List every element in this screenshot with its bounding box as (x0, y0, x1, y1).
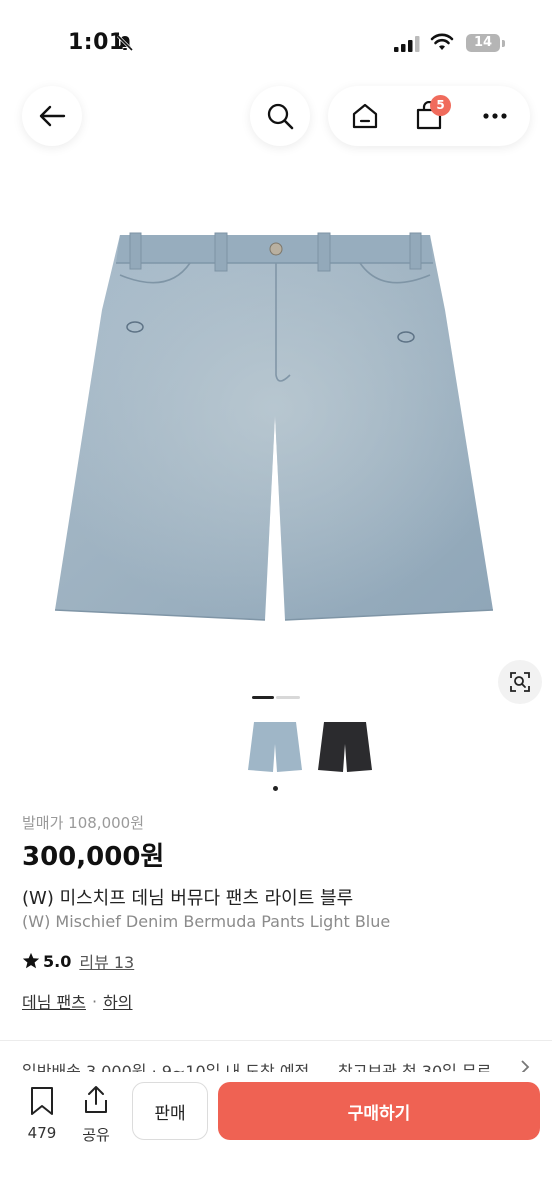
thumbnail-selected-dot (273, 786, 278, 791)
wishlist-count: 479 (27, 1124, 57, 1142)
share-icon (85, 1086, 107, 1113)
release-price: 발매가 108,000원 (22, 814, 144, 832)
category-tags: 데님 팬츠 · 하의 (22, 989, 133, 1013)
tag-denim-pants[interactable]: 데님 팬츠 (22, 989, 86, 1013)
indicator-active-segment (252, 696, 274, 699)
cart-count-badge: 5 (430, 95, 451, 116)
price: 300,000원 (22, 842, 165, 872)
search-button[interactable] (250, 86, 310, 146)
star-icon (22, 952, 40, 969)
thumbnail-light-blue[interactable] (246, 718, 304, 776)
bookmark-icon (31, 1087, 53, 1115)
cart-button[interactable]: 5 (400, 86, 458, 146)
nav-action-group: 5 (328, 86, 530, 146)
share-label: 공유 (82, 1126, 110, 1144)
thumbnail-light-blue-shape (248, 722, 302, 772)
status-bar: 1:01 14 (0, 0, 552, 90)
share-button[interactable]: 공유 (76, 1082, 116, 1144)
product-name-english: (W) Mischief Denim Bermuda Pants Light B… (22, 912, 391, 931)
product-name-korean: (W) 미스치프 데님 버뮤다 팬츠 라이트 블루 (22, 888, 354, 909)
buy-button[interactable]: 구매하기 (218, 1082, 540, 1140)
thumbnail-black-shape (318, 722, 372, 772)
indicator-rest-segment (276, 696, 300, 699)
wishlist-button[interactable]: 479 (22, 1082, 62, 1142)
more-dots-icon (483, 113, 507, 119)
image-search-button[interactable] (498, 660, 542, 704)
arrow-left-icon (39, 105, 66, 127)
lens-icon (510, 672, 530, 692)
more-button[interactable] (466, 86, 524, 146)
rating-value: 5.0 (43, 951, 72, 971)
section-divider (0, 1040, 552, 1041)
image-carousel-indicator (252, 696, 300, 699)
thumbnail-black[interactable] (316, 718, 374, 776)
sell-button[interactable]: 판매 (132, 1082, 208, 1140)
battery-level: 14 (466, 34, 500, 52)
search-icon (267, 103, 294, 130)
tag-bottoms[interactable]: 하의 (103, 989, 132, 1013)
rating-row: 5.0 리뷰 13 (22, 949, 134, 973)
bottom-action-bar: 479 공유 판매 구매하기 (0, 1072, 552, 1200)
home-icon (352, 103, 378, 129)
product-image[interactable] (50, 215, 500, 655)
battery-tip (502, 40, 505, 47)
bell-muted-icon (116, 34, 134, 52)
review-count-link[interactable]: 리뷰 13 (79, 949, 134, 973)
back-button[interactable] (22, 86, 82, 146)
wifi-icon (430, 33, 454, 50)
cellular-signal-icon (394, 36, 420, 52)
tag-separator: · (91, 991, 98, 1011)
home-button[interactable] (336, 86, 394, 146)
